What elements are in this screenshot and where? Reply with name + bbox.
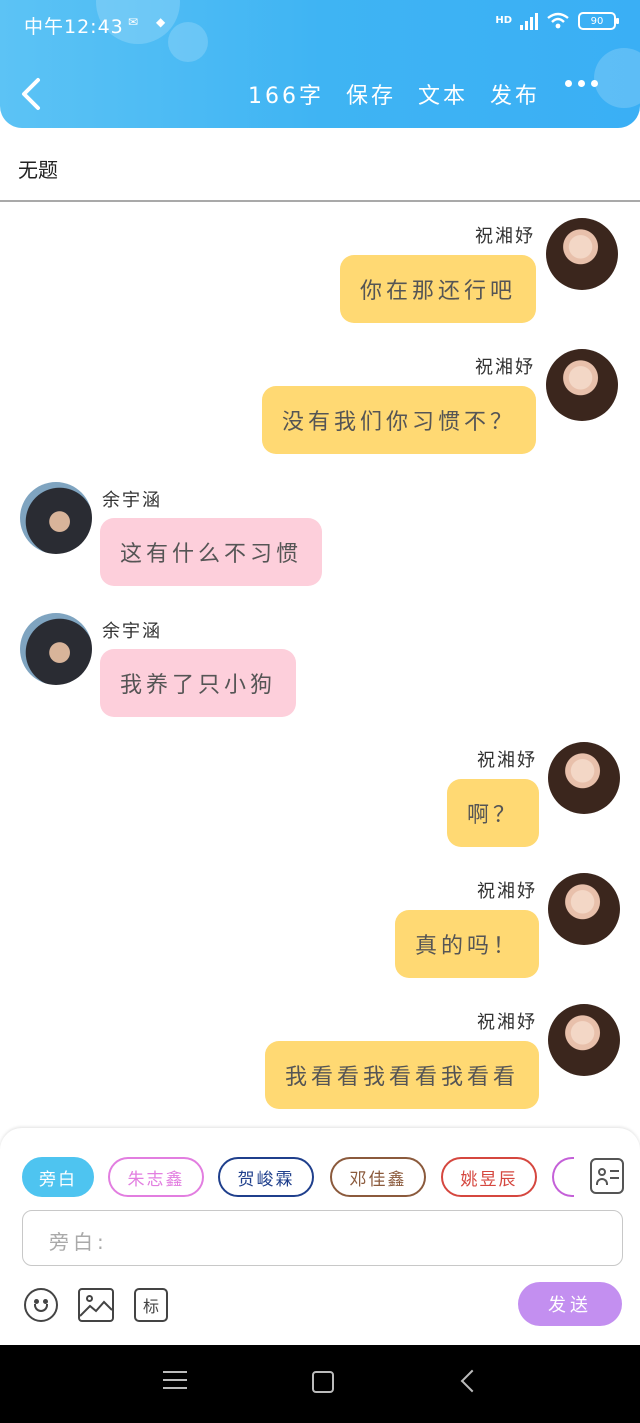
avatar[interactable]: [546, 218, 618, 290]
text-button[interactable]: 文本: [418, 78, 468, 110]
wifi-icon: [547, 12, 569, 29]
input-placeholder: 旁白:: [49, 1230, 108, 1254]
speaker-name: 祝湘妤: [475, 226, 535, 247]
composer-panel: 旁白 朱志鑫 贺峻霖 邓佳鑫 姚昱辰 旁白: 标 发送: [0, 1128, 640, 1345]
mark-button[interactable]: 标: [134, 1288, 168, 1322]
chip-scroll-fade: [574, 1148, 590, 1208]
speaker-name: 祝湘妤: [477, 881, 537, 902]
signal-icon: [520, 12, 538, 30]
speaker-name: 余宇涵: [102, 621, 162, 642]
message-bubble[interactable]: 我养了只小狗: [100, 649, 297, 717]
role-chip-narrator[interactable]: 旁白: [22, 1157, 94, 1197]
message-bubble[interactable]: 我看看我看看我看看: [264, 1041, 539, 1109]
avatar[interactable]: [20, 613, 92, 685]
contacts-icon[interactable]: [590, 1158, 624, 1194]
more-dots-icon[interactable]: [565, 80, 598, 87]
back-icon[interactable]: [460, 1369, 484, 1393]
speaker-name: 祝湘妤: [477, 750, 537, 771]
battery-icon: 90: [578, 12, 619, 30]
menu-icon[interactable]: [163, 1371, 187, 1395]
avatar[interactable]: [20, 482, 92, 554]
document-title[interactable]: 无题: [18, 154, 58, 183]
message-bubble[interactable]: 这有什么不习惯: [100, 518, 323, 586]
role-chip[interactable]: 贺峻霖: [218, 1157, 314, 1197]
message-bubble[interactable]: 你在那还行吧: [339, 255, 536, 323]
notification-icon: ✉: [128, 15, 139, 29]
speaker-name: 祝湘妤: [475, 357, 535, 378]
avatar[interactable]: [548, 742, 620, 814]
speaker-name: 余宇涵: [102, 490, 162, 511]
send-button[interactable]: 发送: [518, 1282, 622, 1326]
avatar[interactable]: [548, 873, 620, 945]
message-bubble[interactable]: 啊？: [446, 779, 539, 847]
publish-button[interactable]: 发布: [490, 78, 540, 110]
status-indicators: HD 90: [495, 12, 619, 30]
home-icon[interactable]: [312, 1371, 334, 1393]
role-chip[interactable]: 姚昱辰: [441, 1157, 537, 1197]
battery-level: 90: [590, 15, 604, 27]
system-nav-bar: [0, 1345, 640, 1423]
avatar[interactable]: [548, 1004, 620, 1076]
message-bubble[interactable]: 真的吗！: [394, 910, 539, 978]
title-row[interactable]: 无题: [0, 128, 640, 202]
status-bar: 中午12:43 ✉ ◆ HD 90: [0, 0, 640, 50]
app-header: 中午12:43 ✉ ◆ HD 90 166字 保存 文本 发布: [0, 0, 640, 128]
avatar[interactable]: [546, 349, 618, 421]
chevron-left-icon[interactable]: [14, 74, 50, 114]
role-chip[interactable]: 朱志鑫: [108, 1157, 204, 1197]
decor-bubble: [594, 48, 640, 108]
emoji-icon[interactable]: [24, 1288, 58, 1322]
speaker-name: 祝湘妤: [477, 1012, 537, 1033]
app-notification-icon: ◆: [156, 15, 166, 29]
word-count: 166字: [247, 84, 324, 109]
image-icon[interactable]: [78, 1288, 114, 1322]
narration-input[interactable]: 旁白:: [22, 1210, 623, 1266]
role-chip[interactable]: 邓佳鑫: [330, 1157, 426, 1197]
network-type: HD: [495, 15, 512, 26]
save-button[interactable]: 保存: [346, 78, 396, 110]
status-time: 中午12:43: [24, 16, 124, 38]
message-bubble[interactable]: 没有我们你习惯不？: [261, 386, 536, 454]
header-toolbar: 166字 保存 文本 发布: [248, 78, 540, 110]
